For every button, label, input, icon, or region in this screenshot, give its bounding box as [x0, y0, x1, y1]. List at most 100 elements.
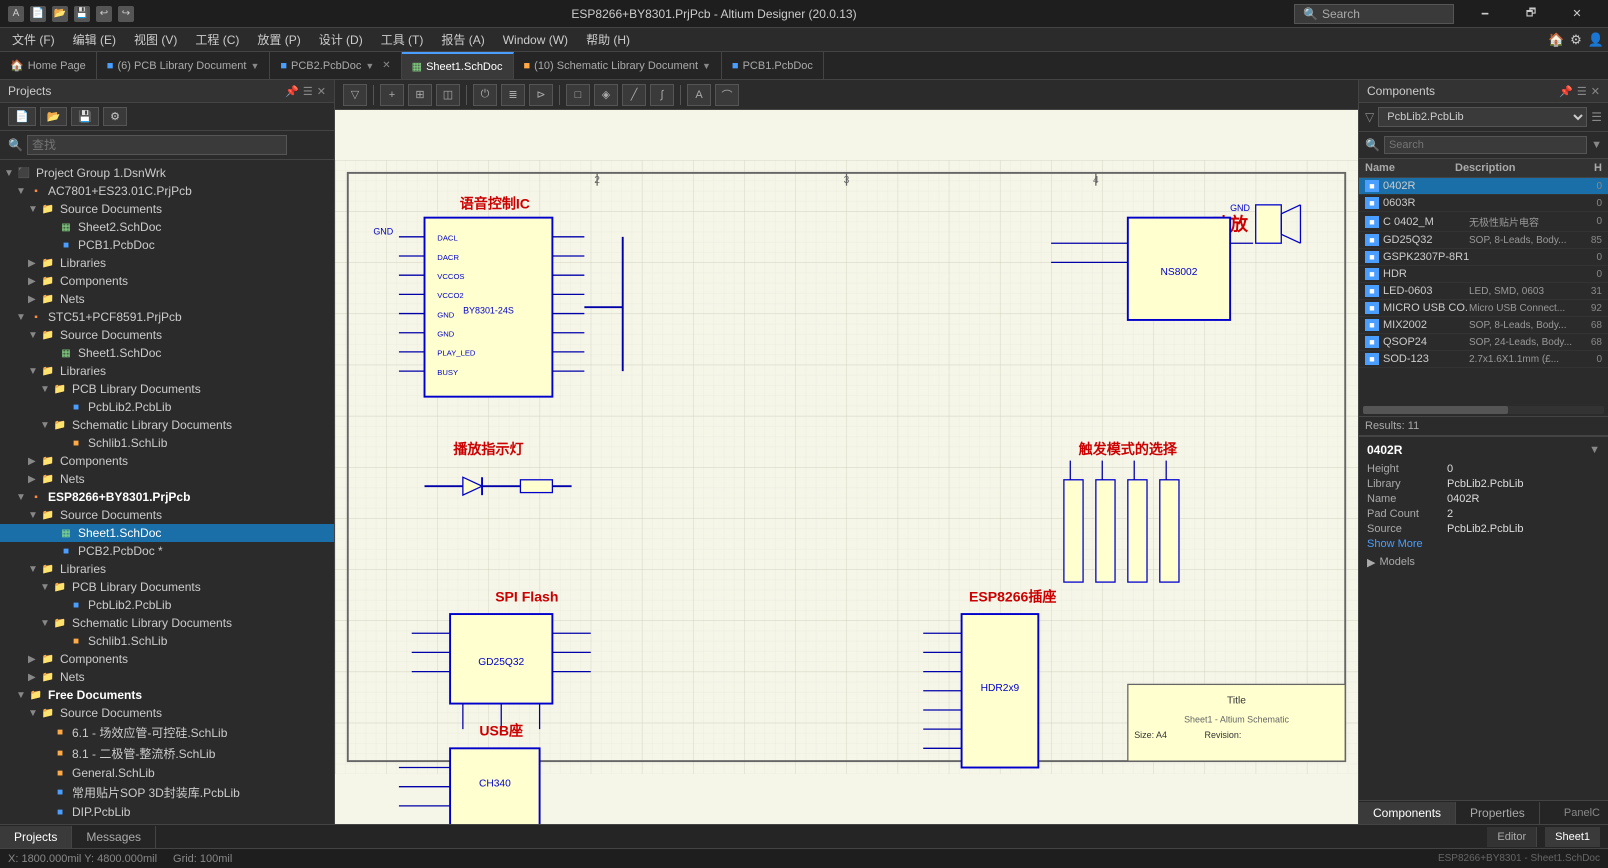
- save-project-button[interactable]: 💾: [71, 107, 99, 126]
- tree-free-schlib1[interactable]: ■ 6.1 - 场效应管-可控硅.SchLib: [0, 722, 334, 743]
- tree-stc51-components[interactable]: ▶ 📁 Components: [0, 452, 334, 470]
- panel-pin-icon[interactable]: 📌: [285, 85, 299, 98]
- menu-tools[interactable]: 工具 (T): [373, 29, 432, 50]
- tree-ac7801-components[interactable]: ▶ 📁 Components: [0, 272, 334, 290]
- tree-esp8266-pcblib-folder[interactable]: ▼ 📁 PCB Library Documents: [0, 578, 334, 596]
- scrollbar-thumb[interactable]: [1363, 406, 1508, 414]
- net-label-button[interactable]: ≣: [501, 84, 525, 106]
- text-button[interactable]: A: [687, 84, 711, 106]
- tree-ac7801-source-docs[interactable]: ▼ 📁 Source Documents: [0, 200, 334, 218]
- comp-row-sod123[interactable]: ■ SOD-123 2.7x1.6X1.1mm (£... 0: [1359, 351, 1608, 368]
- tab-sch-library[interactable]: ■ (10) Schematic Library Document ▼: [514, 52, 722, 79]
- tree-ac7801-nets[interactable]: ▶ 📁 Nets: [0, 290, 334, 308]
- tree-ac7801-libs[interactable]: ▶ 📁 Libraries: [0, 254, 334, 272]
- save-icon[interactable]: 💾: [74, 6, 90, 22]
- comp-panel-close-icon[interactable]: ✕: [1591, 85, 1600, 98]
- menu-reports[interactable]: 报告 (A): [433, 29, 492, 50]
- add-bus-button[interactable]: ⊞: [408, 84, 432, 106]
- tree-stc51-libs[interactable]: ▼ 📁 Libraries: [0, 362, 334, 380]
- power-button[interactable]: ⏻: [473, 84, 497, 106]
- tree-free-dip-pcblib[interactable]: ■ DIP.PcbLib: [0, 803, 334, 821]
- tree-stc51-project[interactable]: ▼ ▪ STC51+PCF8591.PrjPcb: [0, 308, 334, 326]
- tree-stc51-schlib-folder[interactable]: ▼ 📁 Schematic Library Documents: [0, 416, 334, 434]
- tree-free-docs[interactable]: ▼ 📁 Free Documents: [0, 686, 334, 704]
- open-project-button[interactable]: 📂: [40, 107, 68, 126]
- tree-sheet2-schdoc[interactable]: ▦ Sheet2.SchDoc: [0, 218, 334, 236]
- tab-pcb2[interactable]: ■ PCB2.PcbDoc ▼ ✕: [270, 52, 401, 79]
- tree-esp8266-components[interactable]: ▶ 📁 Components: [0, 650, 334, 668]
- comp-panel-menu-icon[interactable]: ☰: [1577, 85, 1587, 98]
- comp-row-microusb[interactable]: ■ MICRO USB CO... Micro USB Connect... 9…: [1359, 300, 1608, 317]
- comp-search-expand-icon[interactable]: ▼: [1591, 139, 1602, 151]
- component-search-input[interactable]: [1384, 136, 1587, 154]
- filter-icon[interactable]: ▽: [1365, 110, 1374, 124]
- comp-row-c0402m[interactable]: ■ C 0402_M 无极性贴片电容 0: [1359, 212, 1608, 232]
- new-icon[interactable]: 📄: [30, 6, 46, 22]
- menu-design[interactable]: 设计 (D): [311, 29, 371, 50]
- tab-pcb2-close[interactable]: ✕: [382, 60, 390, 71]
- schematic-canvas[interactable]: 2 3 4 语音控制IC: [335, 110, 1358, 824]
- menu-place[interactable]: 放置 (P): [249, 29, 308, 50]
- tree-esp8266-source[interactable]: ▼ 📁 Source Documents: [0, 506, 334, 524]
- new-project-button[interactable]: 📄: [8, 107, 36, 126]
- tree-esp8266-libs[interactable]: ▼ 📁 Libraries: [0, 560, 334, 578]
- tab-properties[interactable]: Properties: [1456, 802, 1540, 824]
- tab-components[interactable]: Components: [1359, 802, 1456, 824]
- tab-sheet1[interactable]: ▦ Sheet1.SchDoc: [402, 52, 514, 79]
- tree-esp8266-project[interactable]: ▼ ▪ ESP8266+BY8301.PrjPcb: [0, 488, 334, 506]
- menu-view[interactable]: 视图 (V): [126, 29, 185, 50]
- editor-tab[interactable]: Editor: [1487, 827, 1537, 847]
- comp-row-0603r[interactable]: ■ 0603R 0: [1359, 195, 1608, 212]
- sheet1-tab[interactable]: Sheet1: [1545, 827, 1600, 847]
- add-wire-button[interactable]: +: [380, 84, 404, 106]
- tree-stc51-pcblib2[interactable]: ■ PcbLib2.PcbLib: [0, 398, 334, 416]
- add-junction-button[interactable]: ◫: [436, 84, 460, 106]
- tree-stc51-schlib1[interactable]: ■ Schlib1.SchLib: [0, 434, 334, 452]
- undo-icon[interactable]: ↩: [96, 6, 112, 22]
- comp-row-gd25q32[interactable]: ■ GD25Q32 SOP, 8-Leads, Body... 85: [1359, 232, 1608, 249]
- menu-edit[interactable]: 编辑 (E): [65, 29, 124, 50]
- show-more-link[interactable]: Show More: [1367, 538, 1600, 550]
- tab-pcb1[interactable]: ■ PCB1.PcbDoc: [722, 52, 824, 79]
- tree-free-schlib2[interactable]: ■ 8.1 - 二极管-整流桥.SchLib: [0, 743, 334, 764]
- user-icon[interactable]: 👤: [1588, 32, 1604, 48]
- tree-stc51-source[interactable]: ▼ 📁 Source Documents: [0, 326, 334, 344]
- home-icon[interactable]: 🏠: [1548, 32, 1564, 48]
- tab-projects-bottom[interactable]: Projects: [0, 826, 72, 848]
- place-button[interactable]: ◈: [594, 84, 618, 106]
- tree-esp8266-schlib-folder[interactable]: ▼ 📁 Schematic Library Documents: [0, 614, 334, 632]
- library-dropdown[interactable]: PcbLib2.PcbLib: [1378, 107, 1587, 127]
- comp-row-led0603[interactable]: ■ LED-0603 LED, SMD, 0603 31: [1359, 283, 1608, 300]
- tree-esp8266-schlib1[interactable]: ■ Schlib1.SchLib: [0, 632, 334, 650]
- tree-project-group[interactable]: ▼ ⬛ Project Group 1.DsnWrk: [0, 164, 334, 182]
- menu-window[interactable]: Window (W): [495, 31, 576, 49]
- menu-help[interactable]: 帮助 (H): [578, 29, 638, 50]
- tree-free-source[interactable]: ▼ 📁 Source Documents: [0, 704, 334, 722]
- detail-expand-icon[interactable]: ▼: [1589, 444, 1600, 456]
- panel-close-icon[interactable]: ✕: [317, 85, 326, 98]
- tree-esp8266-sheet1[interactable]: ▦ Sheet1.SchDoc: [0, 524, 334, 542]
- line-button[interactable]: ╱: [622, 84, 646, 106]
- menu-file[interactable]: 文件 (F): [4, 29, 63, 50]
- schematic-drawing[interactable]: 2 3 4 语音控制IC: [335, 110, 1358, 824]
- close-button[interactable]: ✕: [1554, 0, 1600, 28]
- tree-free-sop-pcblib[interactable]: ■ 常用贴片SOP 3D封装库.PcbLib: [0, 782, 334, 803]
- project-search-input[interactable]: [27, 135, 287, 155]
- rect-button[interactable]: □: [566, 84, 590, 106]
- project-settings-button[interactable]: ⚙: [103, 107, 127, 126]
- bezier-button[interactable]: ∫: [650, 84, 674, 106]
- open-icon[interactable]: 📂: [52, 6, 68, 22]
- tab-sch-lib-arrow[interactable]: ▼: [702, 61, 711, 71]
- tree-ac7801-project[interactable]: ▼ ▪ AC7801+ES23.01C.PrjPcb: [0, 182, 334, 200]
- tab-messages-bottom[interactable]: Messages: [72, 826, 156, 848]
- settings-icon[interactable]: ⚙: [1570, 32, 1582, 48]
- menu-project[interactable]: 工程 (C): [187, 29, 247, 50]
- tree-stc51-pcblib-folder[interactable]: ▼ 📁 PCB Library Documents: [0, 380, 334, 398]
- panel-label[interactable]: PanelC: [1556, 803, 1608, 823]
- comp-row-qsop24[interactable]: ■ QSOP24 SOP, 24-Leads, Body... 68: [1359, 334, 1608, 351]
- tree-esp8266-nets[interactable]: ▶ 📁 Nets: [0, 668, 334, 686]
- tab-pcb-library[interactable]: ■ (6) PCB Library Document ▼: [97, 52, 271, 79]
- comp-row-gspk[interactable]: ■ GSPK2307P-8R1W 0: [1359, 249, 1608, 266]
- tab-pcb2-arrow[interactable]: ▼: [365, 61, 374, 71]
- comp-panel-pin-icon[interactable]: 📌: [1559, 85, 1573, 98]
